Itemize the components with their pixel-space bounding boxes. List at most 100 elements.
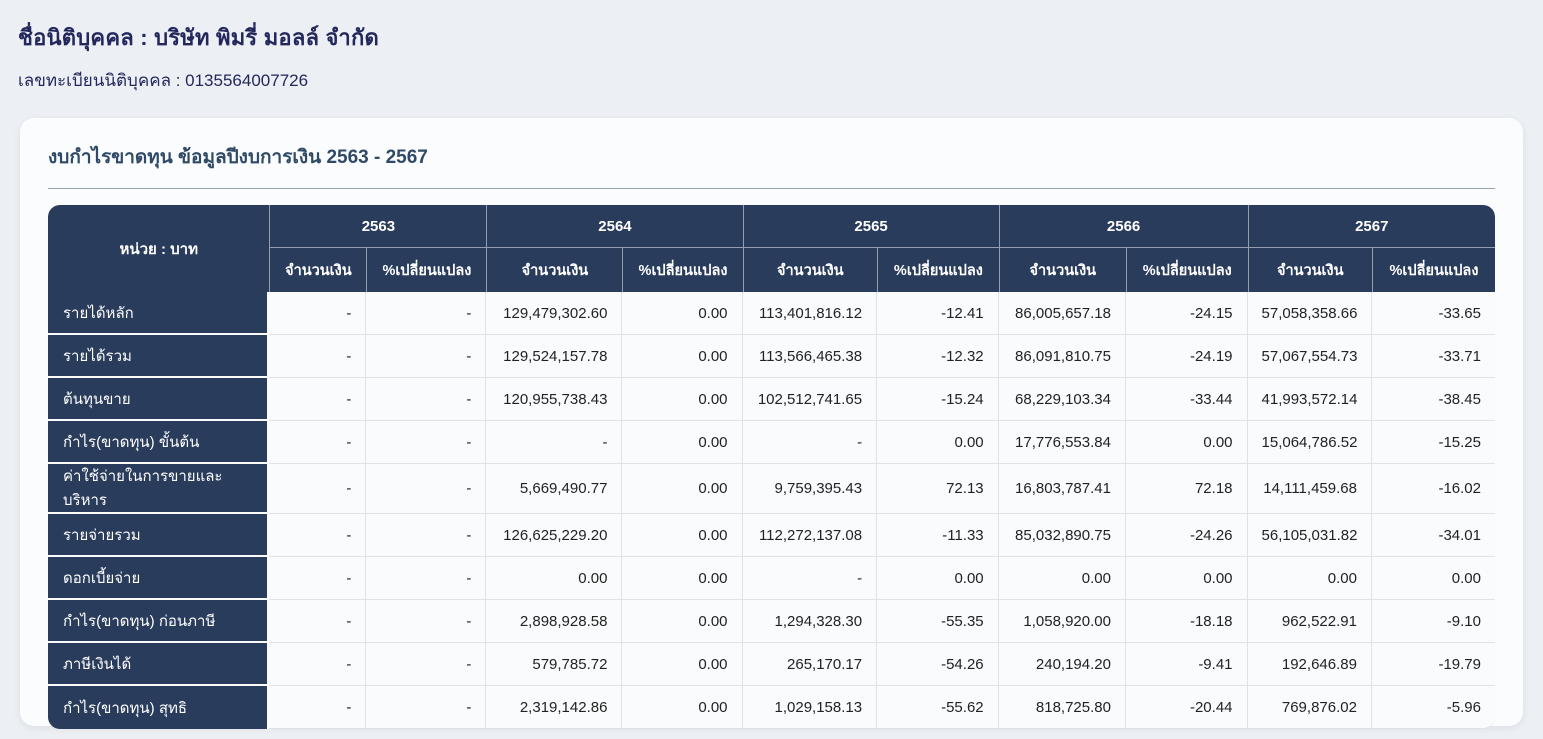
amount-header-2567: จำนวนเงิน (1247, 248, 1372, 292)
change-cell: 0.00 (622, 600, 743, 643)
table-row: รายได้หลัก - -129,479,302.60 0.00 113,401,81… (48, 292, 1495, 335)
change-cell: - (366, 557, 487, 600)
change-cell: 0.00 (877, 557, 999, 600)
amount-cell: 265,170.17 (742, 643, 878, 686)
amount-cell: - (269, 378, 367, 421)
change-cell: 0.00 (622, 335, 743, 378)
row-label: กำไร(ขาดทุน) ขั้นต้น (48, 421, 270, 464)
amount-cell: - (269, 421, 367, 464)
change-cell: - (366, 686, 487, 729)
change-cell: 0.00 (622, 557, 743, 600)
amount-cell: 85,032,890.75 (998, 514, 1126, 557)
amount-cell: - (742, 557, 878, 600)
amount-cell: 769,876.02 (1247, 686, 1372, 729)
table-row: รายจ่ายรวม - -126,625,229.20 0.00 112,272,13… (48, 514, 1495, 557)
amount-cell: 0.00 (486, 557, 623, 600)
change-cell: -55.35 (877, 600, 999, 643)
change-cell: -38.45 (1371, 378, 1495, 421)
change-header-2566: %เปลี่ยนแปลง (1125, 248, 1248, 292)
change-cell: -54.26 (877, 643, 999, 686)
change-header-2563: %เปลี่ยนแปลง (366, 248, 487, 292)
change-cell: -12.32 (877, 335, 999, 378)
amount-cell: - (269, 514, 367, 557)
page-header: ชื่อนิติบุคคล : บริษัท พิมรี่ มอลล์ จำกั… (0, 0, 1543, 94)
table-row: ดอกเบี้ยจ่าย - -0.00 0.00-0.00 0.00 0.00 0.00 0… (48, 557, 1495, 600)
change-cell: -24.19 (1125, 335, 1248, 378)
amount-header-2565: จำนวนเงิน (742, 248, 878, 292)
table-row: กำไร(ขาดทุน) สุทธิ - -2,319,142.86 0.00 1,02… (48, 686, 1495, 729)
row-label: ภาษีเงินได้ (48, 643, 270, 686)
amount-cell: - (269, 292, 367, 335)
title-divider (48, 188, 1495, 189)
amount-cell: 113,566,465.38 (742, 335, 878, 378)
amount-cell: 120,955,738.43 (486, 378, 623, 421)
amount-cell: 17,776,553.84 (998, 421, 1126, 464)
amount-cell: 68,229,103.34 (998, 378, 1126, 421)
table-header: หน่วย : บาท 2563 2564 2565 2566 2567 จำน… (48, 205, 1495, 292)
change-cell: -34.01 (1371, 514, 1495, 557)
amount-cell: 240,194.20 (998, 643, 1126, 686)
change-cell: -15.24 (877, 378, 999, 421)
amount-cell: 2,898,928.58 (486, 600, 623, 643)
table-row: รายได้รวม - -129,524,157.78 0.00 113,566,465… (48, 335, 1495, 378)
company-name: ชื่อนิติบุคคล : บริษัท พิมรี่ มอลล์ จำกั… (18, 25, 379, 50)
amount-cell: 1,058,920.00 (998, 600, 1126, 643)
table-row: ภาษีเงินได้ - -579,785.72 0.00 265,170.17 -54… (48, 643, 1495, 686)
table-row: กำไร(ขาดทุน) ขั้นต้น - - -0.00-0.00 17,776,5… (48, 421, 1495, 464)
amount-header-2566: จำนวนเงิน (998, 248, 1126, 292)
amount-cell: 1,029,158.13 (742, 686, 878, 729)
amount-cell: 192,646.89 (1247, 643, 1372, 686)
amount-cell: - (742, 421, 878, 464)
change-cell: 0.00 (622, 378, 743, 421)
year-header-2564: 2564 (486, 205, 743, 248)
unit-header-cell: หน่วย : บาท (48, 205, 270, 292)
change-cell: -33.44 (1125, 378, 1248, 421)
amount-cell: 129,524,157.78 (486, 335, 623, 378)
row-label: รายจ่ายรวม (48, 514, 270, 557)
amount-cell: 579,785.72 (486, 643, 623, 686)
amount-cell: - (486, 421, 623, 464)
row-label: รายได้หลัก (48, 292, 270, 335)
year-header-2566: 2566 (998, 205, 1248, 248)
amount-cell: 818,725.80 (998, 686, 1126, 729)
amount-cell: 112,272,137.08 (742, 514, 878, 557)
amount-cell: 15,064,786.52 (1247, 421, 1372, 464)
change-cell: 0.00 (622, 686, 743, 729)
amount-cell: 0.00 (998, 557, 1126, 600)
year-header-row: หน่วย : บาท 2563 2564 2565 2566 2567 (48, 205, 1495, 292)
change-cell: - (366, 600, 487, 643)
change-cell: -11.33 (877, 514, 999, 557)
change-header-2567: %เปลี่ยนแปลง (1371, 248, 1495, 292)
amount-cell: - (269, 335, 367, 378)
change-cell: -24.15 (1125, 292, 1248, 335)
amount-header-2563: จำนวนเงิน (269, 248, 367, 292)
amount-cell: 126,625,229.20 (486, 514, 623, 557)
table-row: ต้นทุนขาย - -120,955,738.43 0.00 102,512,741… (48, 378, 1495, 421)
change-cell: -9.10 (1371, 600, 1495, 643)
amount-cell: 16,803,787.41 (998, 464, 1126, 514)
change-cell: 0.00 (622, 464, 743, 514)
change-cell: - (366, 514, 487, 557)
change-cell: - (366, 464, 487, 514)
row-label: กำไร(ขาดทุน) ก่อนภาษี (48, 600, 270, 643)
change-cell: -20.44 (1125, 686, 1248, 729)
change-cell: - (366, 421, 487, 464)
change-cell: -24.26 (1125, 514, 1248, 557)
amount-cell: 962,522.91 (1247, 600, 1372, 643)
change-header-2565: %เปลี่ยนแปลง (877, 248, 999, 292)
amount-cell: 14,111,459.68 (1247, 464, 1372, 514)
change-cell: -55.62 (877, 686, 999, 729)
amount-cell: 9,759,395.43 (742, 464, 878, 514)
amount-cell: 0.00 (1247, 557, 1372, 600)
change-cell: 0.00 (622, 514, 743, 557)
amount-cell: 57,058,358.66 (1247, 292, 1372, 335)
amount-cell: 5,669,490.77 (486, 464, 623, 514)
change-cell: -15.25 (1371, 421, 1495, 464)
change-cell: 72.18 (1125, 464, 1248, 514)
amount-cell: - (269, 464, 367, 514)
change-cell: - (366, 643, 487, 686)
change-cell: -16.02 (1371, 464, 1495, 514)
table-row: กำไร(ขาดทุน) ก่อนภาษี - -2,898,928.58 0.00 1… (48, 600, 1495, 643)
amount-cell: - (269, 600, 367, 643)
table-body: รายได้หลัก - -129,479,302.60 0.00 113,401,81… (48, 292, 1495, 729)
